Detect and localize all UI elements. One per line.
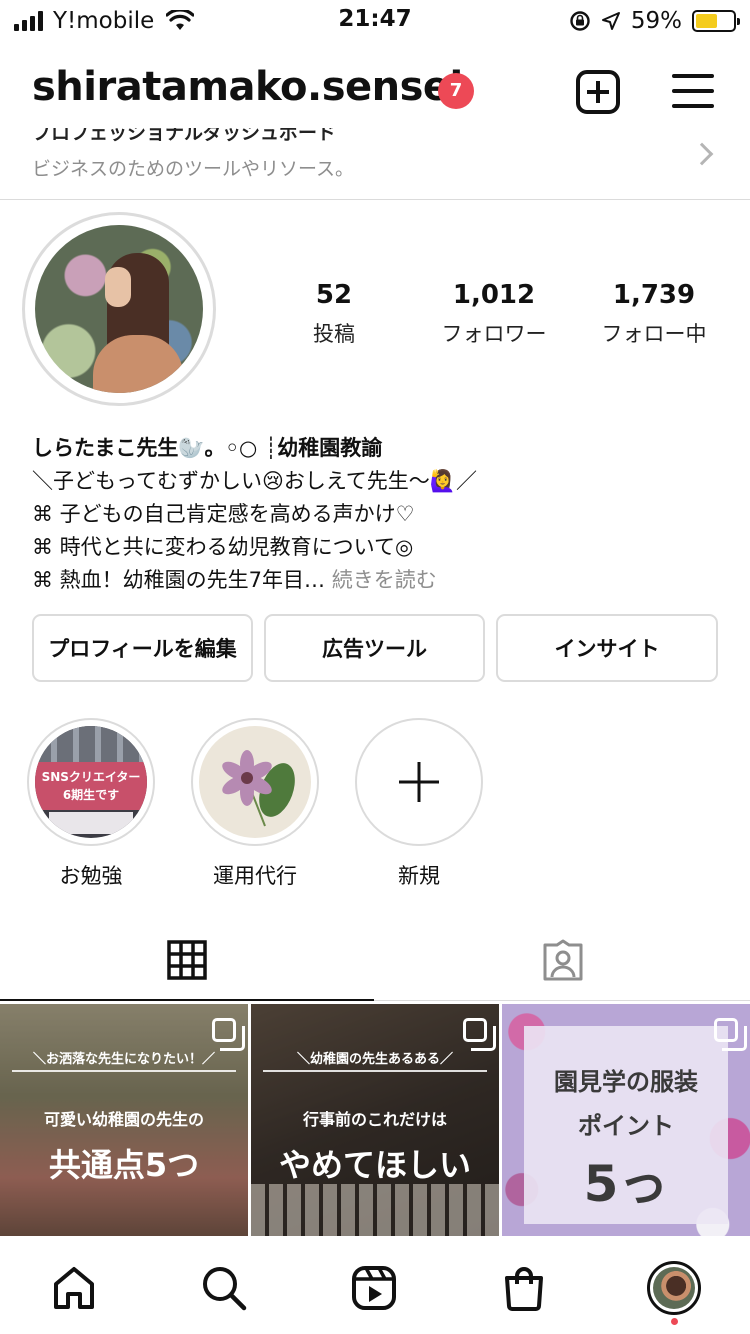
highlight-cover-text: SNSクリエイター: [41, 770, 141, 784]
tab-posts-grid[interactable]: [0, 918, 374, 1002]
tab-divider: [374, 1000, 750, 1001]
stat-followers[interactable]: 1,012 フォロワー: [414, 280, 574, 348]
new-highlight-button[interactable]: 新規: [354, 718, 484, 890]
post-title: 園見学の服装: [554, 1068, 698, 1096]
post-title: ポイント: [578, 1112, 674, 1140]
nav-profile[interactable]: [644, 1258, 704, 1318]
read-more-link[interactable]: 続きを読む: [332, 568, 437, 592]
battery-level: [696, 14, 718, 28]
stat-value: 1,739: [612, 280, 696, 310]
tab-tagged[interactable]: [376, 918, 750, 1002]
home-icon: [54, 1267, 94, 1309]
stat-label: 投稿: [313, 322, 355, 346]
carousel-icon: [463, 1018, 496, 1051]
carousel-icon: [714, 1018, 747, 1051]
reels-icon: [352, 1266, 396, 1310]
bio-line: ⌘ 熱血！幼稚園の先生7年目…: [32, 568, 326, 592]
highlight-label: 運用代行: [213, 864, 297, 888]
highlight-agency[interactable]: 運用代行: [190, 718, 320, 890]
stat-posts[interactable]: 52 投稿: [254, 280, 414, 348]
nav-reels[interactable]: [344, 1258, 404, 1318]
profile-avatar[interactable]: [22, 212, 216, 406]
nav-search[interactable]: [194, 1258, 254, 1318]
active-tab-indicator: [0, 999, 374, 1001]
avatar-photo: [35, 225, 203, 393]
bio-line: ⌘ 子どもの自己肯定感を高める声かけ♡: [32, 502, 415, 526]
shopping-bag-icon: [505, 1267, 543, 1311]
profile-notification-dot: [671, 1318, 678, 1325]
post-title: 共通点5つ: [48, 1146, 200, 1184]
profile-avatar-icon: [647, 1261, 701, 1315]
bottom-navigation: [0, 1236, 750, 1334]
notification-badge: 7: [438, 73, 474, 109]
orientation-lock-icon: [570, 11, 590, 31]
dashboard-title: プロフェッショナルダッシュボード: [32, 128, 337, 144]
post-title: やめてほしい: [278, 1146, 471, 1184]
stat-label: フォロー中: [601, 322, 707, 346]
edit-profile-button[interactable]: プロフィールを編集: [32, 614, 253, 682]
bio-line: ＼子どもってむずかしい😢おしえて先生〜🙋‍♀️／: [32, 469, 477, 493]
battery-percent: 59%: [630, 8, 682, 34]
professional-dashboard-link[interactable]: プロフェッショナルダッシュボード ビジネスのためのツールやリソース。: [0, 128, 750, 200]
post-subtitle: 可愛い幼稚園の先生の: [43, 1110, 204, 1129]
highlight-cover-text: 6期生です: [62, 788, 120, 802]
location-arrow-icon: [601, 12, 620, 30]
plus-icon: [363, 726, 475, 838]
nav-home[interactable]: [44, 1258, 104, 1318]
post-tile[interactable]: ＼幼稚園の先生あるある／ 行事前のこれだけは やめてほしい: [251, 1004, 499, 1236]
stat-label: フォロワー: [441, 322, 547, 346]
dashboard-subtitle: ビジネスのためのツールやリソース。: [32, 158, 355, 180]
tagged-person-icon: [543, 939, 583, 981]
profile-header: shiratamako.sensei 7: [0, 58, 750, 128]
create-post-button[interactable]: [576, 70, 620, 114]
grid-icon: [167, 940, 207, 980]
post-title: 5っ: [583, 1155, 669, 1213]
battery-icon: [692, 10, 740, 32]
post-subtitle: 行事前のこれだけは: [302, 1110, 447, 1129]
display-name: しらたまこ先生🦭。◦○ ┊幼稚園教諭: [32, 436, 383, 460]
carousel-icon: [212, 1018, 245, 1051]
stat-value: 1,012: [452, 280, 536, 310]
menu-icon[interactable]: [672, 74, 714, 108]
username-switcher[interactable]: shiratamako.sensei: [32, 64, 463, 110]
profile-bio: しらたまこ先生🦭。◦○ ┊幼稚園教諭 ＼子どもってむずかしい😢おしえて先生〜🙋‍…: [32, 432, 732, 597]
profile-tabs: [0, 918, 750, 1002]
insights-button[interactable]: インサイト: [496, 614, 718, 682]
stat-value: 52: [315, 280, 353, 310]
nav-shop[interactable]: [494, 1258, 554, 1318]
highlight-study[interactable]: SNSクリエイター 6期生です お勉強: [26, 718, 156, 890]
highlight-label: 新規: [398, 864, 440, 888]
highlight-label: お勉強: [59, 864, 123, 888]
post-kicker: ＼お洒落な先生になりたい！／: [32, 1052, 215, 1067]
highlight-cover: SNSクリエイター 6期生です: [35, 726, 147, 838]
highlight-cover: [199, 726, 311, 838]
chevron-right-icon: [690, 142, 714, 166]
post-tile[interactable]: ＼お洒落な先生になりたい！／ 可愛い幼稚園の先生の 共通点5つ: [0, 1004, 248, 1236]
ad-tools-button[interactable]: 広告ツール: [264, 614, 485, 682]
post-kicker: ＼幼稚園の先生あるある／: [296, 1052, 453, 1067]
stat-following[interactable]: 1,739 フォロー中: [574, 280, 734, 348]
post-tile[interactable]: 園見学の服装 ポイント 5っ: [502, 1004, 750, 1236]
search-icon: [203, 1267, 247, 1311]
bio-line: ⌘ 時代と共に変わる幼児教育について◎: [32, 535, 414, 559]
pressed-flower-icon: [222, 750, 295, 827]
status-bar: Y!mobile 21:47 59%: [0, 0, 750, 42]
